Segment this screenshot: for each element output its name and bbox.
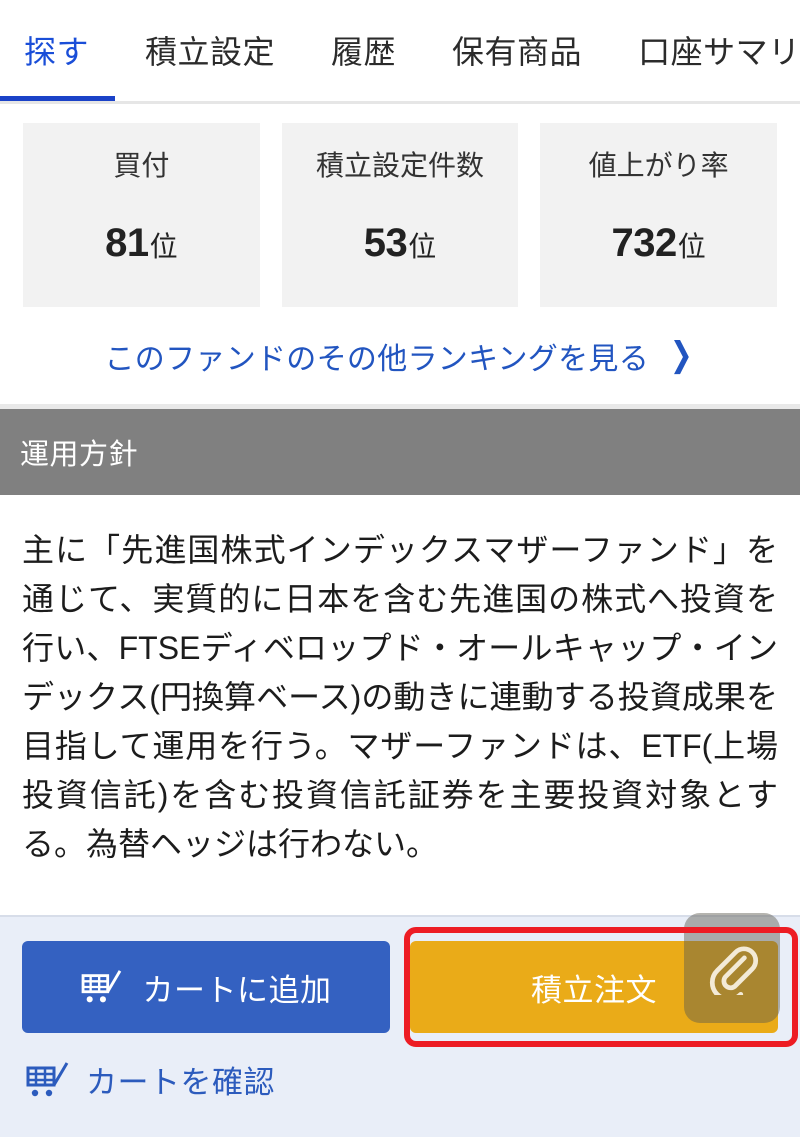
action-button-row: カートに追加 積立注文 [22, 913, 798, 1047]
stat-unit: 位 [677, 231, 706, 262]
stat-value: 732 位 [612, 223, 706, 263]
paperclip-icon [709, 946, 759, 995]
add-to-cart-button[interactable]: カートに追加 [22, 941, 390, 1033]
active-tab-indicator [0, 96, 115, 101]
tab-holdings[interactable]: 保有商品 [452, 32, 582, 68]
stat-unit: 位 [408, 231, 437, 262]
confirm-cart-link[interactable]: カートを確認 [22, 1033, 778, 1102]
other-rankings-link[interactable]: このファンドのその他ランキングを見る ❯ [0, 307, 800, 404]
section-title: 運用方針 [20, 439, 139, 471]
shopping-cart-icon [81, 970, 121, 1003]
stat-number: 81 [105, 221, 149, 265]
tab-bar: 探す 積立設定 履歴 保有商品 口座サマリー [0, 0, 800, 104]
accumulation-order-button[interactable]: 積立注文 [410, 913, 780, 1033]
stat-unit: 位 [149, 231, 178, 262]
investment-policy-text: 主に「先進国株式インデックスマザーファンド」を通じて、実質的に日本を含む先進国の… [22, 532, 778, 862]
stat-label: 買付 [113, 150, 170, 181]
shopping-cart-icon [26, 1061, 69, 1096]
stat-number: 53 [363, 221, 408, 265]
accumulation-order-label: 積立注文 [531, 972, 657, 1008]
confirm-cart-label: カートを確認 [86, 1065, 275, 1100]
bottom-action-bar: カートに追加 積立注文 カートを確認 [0, 913, 800, 1137]
ranking-stat-cards: 買付 81 位 積立設定件数 53 位 値上がり率 732 位 [0, 104, 800, 307]
add-to-cart-label: カートに追加 [142, 972, 332, 1008]
stat-label: 積立設定件数 [316, 150, 485, 181]
tab-list[interactable]: 探す 積立設定 履歴 保有商品 口座サマリー [0, 0, 800, 100]
tab-account-summary[interactable]: 口座サマリー [638, 32, 800, 68]
chevron-right-icon: ❯ [669, 335, 693, 374]
attachment-chip[interactable] [684, 913, 780, 1023]
stat-value: 81 位 [105, 223, 178, 263]
tab-accumulation-settings[interactable]: 積立設定 [145, 32, 275, 68]
stat-card-purchase: 買付 81 位 [23, 123, 260, 307]
tab-history[interactable]: 履歴 [331, 32, 396, 68]
tab-search[interactable]: 探す [24, 32, 89, 68]
other-rankings-link-label: このファンドのその他ランキングを見る [104, 342, 649, 376]
stat-label: 値上がり率 [588, 150, 729, 181]
section-header-investment-policy: 運用方針 [0, 409, 800, 495]
stat-number: 732 [611, 221, 678, 265]
stat-card-accumulation-count: 積立設定件数 53 位 [281, 123, 519, 307]
stat-card-price-increase-rate: 値上がり率 732 位 [540, 123, 778, 307]
stat-value: 53 位 [364, 223, 437, 263]
